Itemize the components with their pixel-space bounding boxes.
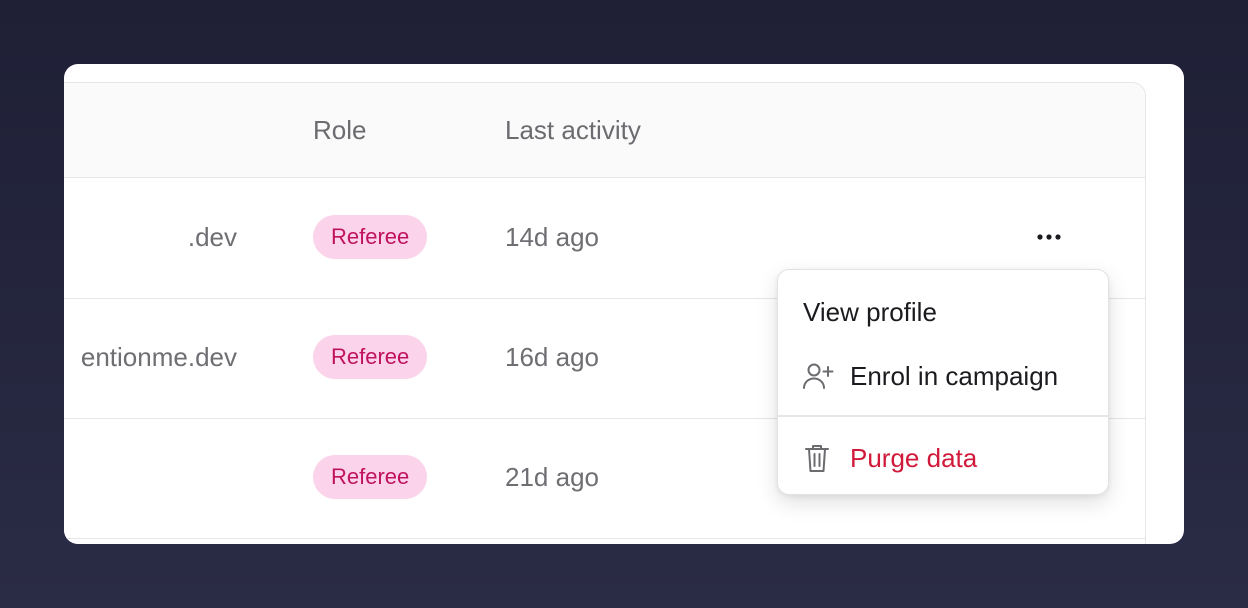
user-plus-icon bbox=[803, 363, 834, 389]
column-header-last-activity[interactable]: Last activity bbox=[505, 113, 641, 147]
role-badge: Referee bbox=[313, 335, 428, 379]
row-actions-button[interactable] bbox=[1029, 217, 1069, 257]
email-cell: .dev bbox=[187, 222, 237, 252]
last-activity-cell: 21d ago bbox=[505, 462, 599, 492]
menu-item-enrol-in-campaign[interactable]: Enrol in campaign bbox=[778, 348, 1108, 404]
menu-item-view-profile[interactable]: View profile bbox=[778, 284, 1108, 340]
role-badge: Referee bbox=[313, 215, 428, 259]
email-cell: entionme.dev bbox=[80, 342, 237, 372]
column-header-role[interactable]: Role bbox=[313, 113, 366, 147]
trash-icon bbox=[805, 445, 829, 472]
more-horizontal-icon bbox=[1037, 234, 1061, 240]
table-header: Role Last activity bbox=[64, 83, 1145, 178]
menu-item-label: View profile bbox=[803, 297, 937, 327]
role-badge: Referee bbox=[313, 455, 428, 499]
row-actions-menu: View profile Enrol in campaign Purge dat… bbox=[777, 269, 1109, 495]
menu-item-label: Enrol in campaign bbox=[850, 361, 1059, 391]
last-activity-cell: 14d ago bbox=[505, 222, 599, 252]
menu-divider bbox=[778, 415, 1108, 417]
last-activity-cell: 16d ago bbox=[505, 342, 599, 372]
menu-item-purge-data[interactable]: Purge data bbox=[778, 430, 1108, 486]
menu-item-label: Purge data bbox=[850, 443, 978, 473]
